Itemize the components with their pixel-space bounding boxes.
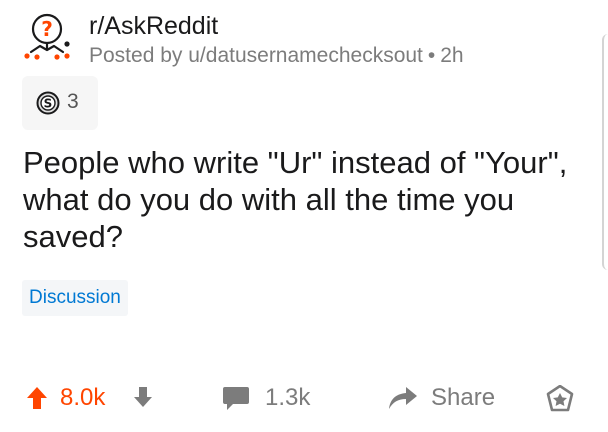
posted-by-label: Posted by bbox=[89, 44, 183, 67]
comment-count: 1.3k bbox=[265, 384, 311, 411]
svg-text:?: ? bbox=[41, 17, 53, 41]
askreddit-snoo-question-icon[interactable]: ? bbox=[22, 10, 72, 60]
comment-bubble-icon bbox=[223, 387, 249, 410]
action-bar: 8.0k 1.3k Share bbox=[0, 372, 608, 422]
upvote-count: 8.0k bbox=[60, 384, 106, 411]
share-button[interactable]: Share bbox=[388, 372, 503, 422]
subreddit-name[interactable]: r/AskReddit bbox=[89, 12, 218, 41]
author-link[interactable]: u/datusernamechecksout bbox=[188, 44, 423, 67]
downvote-button[interactable] bbox=[133, 372, 157, 422]
post-title[interactable]: People who write "Ur" instead of "Your",… bbox=[23, 144, 583, 255]
share-arrow-icon bbox=[389, 387, 417, 409]
scroll-edge bbox=[602, 34, 608, 270]
svg-text:S: S bbox=[44, 97, 53, 111]
meta-separator: • bbox=[427, 44, 436, 67]
give-award-button[interactable] bbox=[546, 372, 574, 422]
upvote-arrow-icon bbox=[27, 387, 47, 409]
share-label: Share bbox=[431, 384, 496, 411]
upvote-button[interactable]: 8.0k bbox=[26, 372, 126, 422]
awards-badge[interactable]: S 3 bbox=[22, 76, 98, 130]
award-count: 3 bbox=[67, 90, 79, 113]
post-age: 2h bbox=[440, 44, 464, 67]
comments-button[interactable]: 1.3k bbox=[222, 372, 332, 422]
downvote-arrow-icon bbox=[134, 387, 152, 407]
give-award-icon bbox=[546, 385, 574, 412]
post-flair[interactable]: Discussion bbox=[22, 280, 128, 316]
post-meta: Posted by u/datusernamechecksout • 2h bbox=[89, 44, 464, 68]
silver-coin-award-icon: S bbox=[36, 91, 60, 115]
